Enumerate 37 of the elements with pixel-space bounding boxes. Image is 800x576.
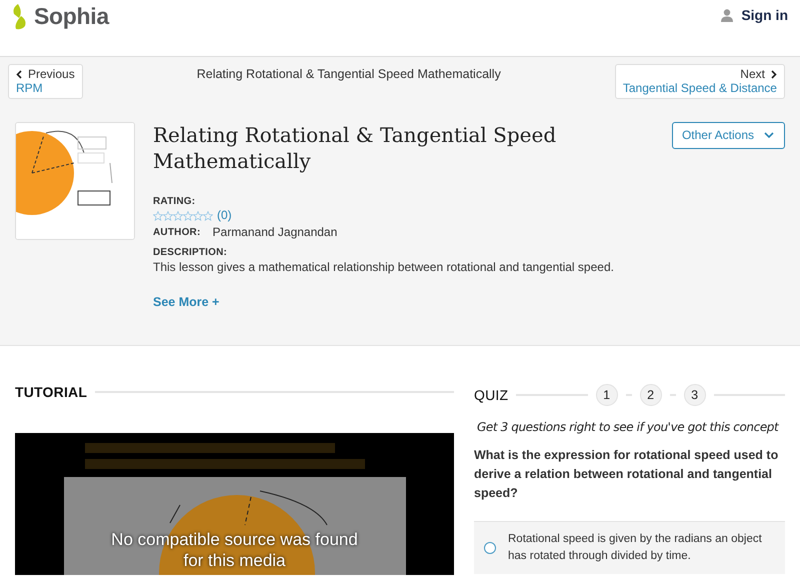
star-rating[interactable] xyxy=(153,210,213,220)
video-error-message: No compatible source was found xyxy=(111,529,358,550)
answer-text: Rotational speed is given by the radians an object has rotated through divided by time. xyxy=(508,532,763,564)
tutorial-heading: TUTORIAL xyxy=(15,384,88,400)
author-label: AUTHOR: xyxy=(153,226,201,238)
star-icon xyxy=(183,210,193,220)
chevron-left-icon xyxy=(16,70,22,78)
star-icon xyxy=(163,210,173,220)
star-icon xyxy=(173,210,183,220)
author-name: Parmanand Jagnandan xyxy=(212,225,338,239)
next-button[interactable]: Next Tangential Speed & Distance xyxy=(614,64,785,99)
rating-count[interactable]: (0) xyxy=(217,208,232,222)
lesson-nav-title: Relating Rotational & Tangential Speed Mathematically xyxy=(196,67,501,81)
description-label: DESCRIPTION: xyxy=(153,247,228,258)
quiz-question: What is the expression for rotational speed used to derive a relation between rotational and tangential speed? xyxy=(474,447,780,502)
radio-button[interactable] xyxy=(484,542,496,554)
star-icon xyxy=(193,210,203,220)
quiz-step[interactable]: 1 xyxy=(596,384,618,406)
star-icon xyxy=(153,210,163,220)
answer-option[interactable]: Rotational speed is given by the radians an object has rotated through divided by time. xyxy=(474,521,785,574)
quiz-heading: QUIZ xyxy=(474,387,508,403)
description-text: This lesson gives a mathematical relationship between rotational and tangential speed. xyxy=(153,260,615,274)
quiz-step[interactable]: 2 xyxy=(640,384,662,406)
video-error-message: for this media xyxy=(183,550,286,571)
star-icon xyxy=(203,210,213,220)
user-icon xyxy=(721,8,734,22)
other-actions-button[interactable]: Other Actions xyxy=(672,122,785,149)
logo-text[interactable]: Sophia xyxy=(34,3,109,30)
chevron-right-icon xyxy=(770,70,777,78)
quiz-step[interactable]: 3 xyxy=(684,384,706,406)
lesson-title: Relating Rotational & Tangential Speed Mathematically xyxy=(153,122,558,174)
see-more-link[interactable]: See More + xyxy=(153,295,220,309)
quiz-prompt: Get 3 questions right to see if you've got this concept xyxy=(476,419,780,436)
rating-label: RATING: xyxy=(153,196,196,207)
chevron-down-icon xyxy=(764,132,774,138)
previous-button[interactable]: Previous RPM xyxy=(8,64,83,99)
sign-in-button[interactable]: Sign in xyxy=(721,7,788,23)
